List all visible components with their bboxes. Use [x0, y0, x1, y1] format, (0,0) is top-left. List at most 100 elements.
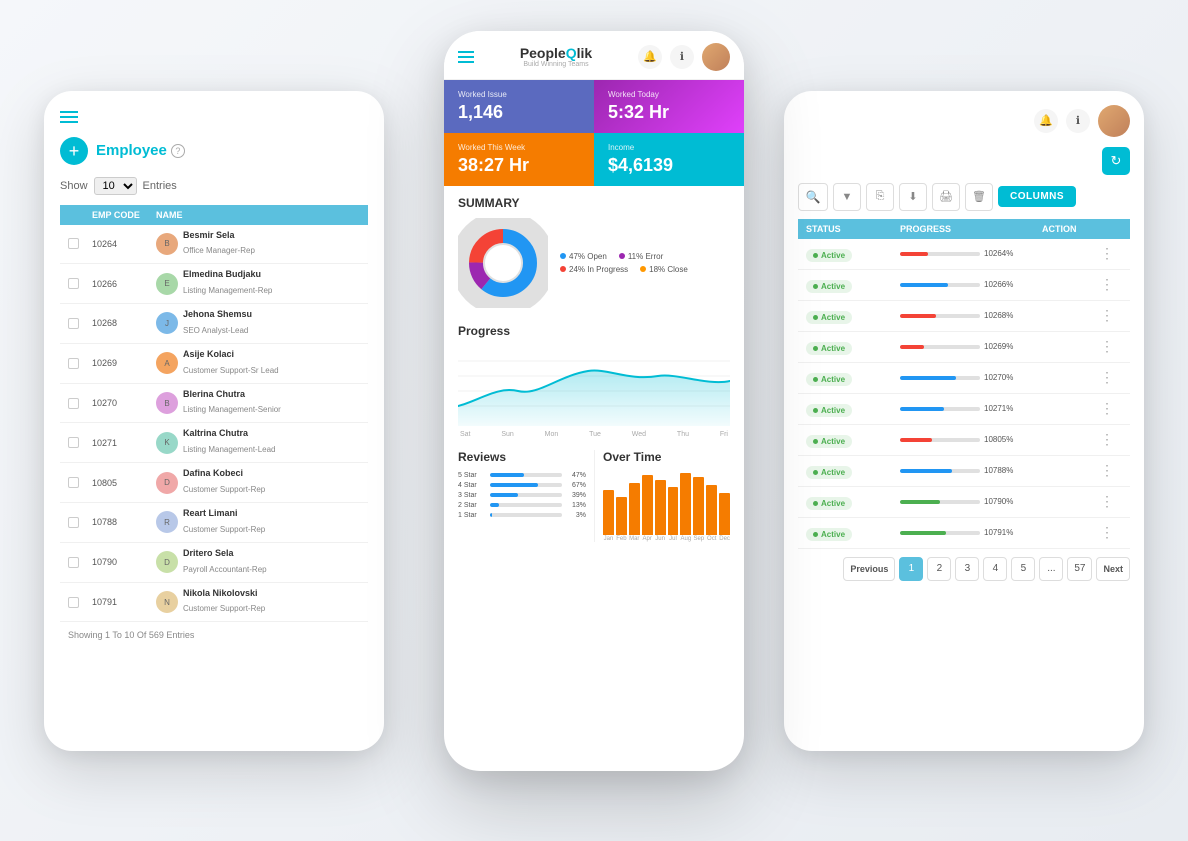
bar-fill: [668, 487, 679, 535]
action-menu-button[interactable]: ⋮: [1092, 307, 1122, 324]
print-button[interactable]: 🖨: [932, 183, 960, 211]
copy-button[interactable]: ⎘: [866, 183, 894, 211]
row-checkbox[interactable]: [68, 557, 79, 568]
add-employee-button[interactable]: +: [60, 137, 88, 165]
legend-label-open: 47% Open: [569, 252, 607, 261]
table-row: Active 10269% ⋮: [798, 332, 1130, 363]
progress-bar-fill: [900, 500, 940, 504]
review-bar-fill: [490, 473, 524, 477]
row-checkbox[interactable]: [68, 597, 79, 608]
review-bar-fill: [490, 503, 499, 507]
action-menu-button[interactable]: ⋮: [1092, 338, 1122, 355]
name-cell: R Reart Limani Customer Support-Rep: [156, 508, 360, 537]
progress-bar-bg: [900, 407, 980, 411]
right-user-avatar[interactable]: [1098, 105, 1130, 137]
worked-week-value: 38:27 Hr: [458, 155, 580, 176]
overtime-section: Over Time Jan Feb Mar Apr Jun Jul Aug Se…: [594, 450, 730, 542]
search-button[interactable]: 🔍: [798, 183, 828, 211]
page-57-button[interactable]: 57: [1067, 557, 1092, 581]
row-checkbox[interactable]: [68, 318, 79, 329]
progress-bar-bg: [900, 283, 980, 287]
status-cell: Active: [806, 369, 896, 387]
page-4-button[interactable]: 4: [983, 557, 1007, 581]
page-5-button[interactable]: 5: [1011, 557, 1035, 581]
status-dot: [813, 501, 818, 506]
progress-cell: 10791%: [900, 528, 1088, 537]
notification-icon[interactable]: 🔔: [638, 45, 662, 69]
help-icon[interactable]: ?: [171, 144, 185, 158]
action-menu-button[interactable]: ⋮: [1092, 462, 1122, 479]
employee-name: Elmedina Budjaku: [183, 269, 272, 280]
avatar: N: [156, 591, 178, 613]
right-notification-icon[interactable]: 🔔: [1034, 109, 1058, 133]
right-info-icon[interactable]: ℹ: [1066, 109, 1090, 133]
table-row: 10271 K Kaltrina Chutra Listing Manageme…: [60, 423, 368, 463]
action-menu-button[interactable]: ⋮: [1092, 524, 1122, 541]
employee-name: Kaltrina Chutra: [183, 428, 276, 439]
next-button[interactable]: Next: [1096, 557, 1130, 581]
employee-name: Besmir Sela: [183, 230, 255, 241]
name-info: Elmedina Budjaku Listing Management-Rep: [183, 269, 272, 298]
delete-button[interactable]: 🗑: [965, 183, 993, 211]
review-row: 4 Star 67%: [458, 482, 586, 489]
employee-role: Payroll Accountant-Rep: [183, 565, 267, 574]
refresh-button[interactable]: ↻: [1102, 147, 1130, 175]
review-row: 3 Star 39%: [458, 492, 586, 499]
employee-name: Blerina Chutra: [183, 389, 281, 400]
bar-fill: [680, 473, 691, 535]
row-checkbox[interactable]: [68, 238, 79, 249]
bar-item: Mar: [629, 483, 640, 542]
action-menu-button[interactable]: ⋮: [1092, 493, 1122, 510]
table-footer: Showing 1 To 10 Of 569 Entries: [60, 622, 368, 640]
info-icon[interactable]: ℹ: [670, 45, 694, 69]
action-menu-button[interactable]: ⋮: [1092, 276, 1122, 293]
bar-label: Oct: [707, 536, 716, 542]
status-dot: [813, 377, 818, 382]
row-checkbox[interactable]: [68, 358, 79, 369]
download-button[interactable]: ⬇: [899, 183, 927, 211]
progress-bar-bg: [900, 438, 980, 442]
entries-select[interactable]: 10 25 50: [94, 177, 137, 195]
user-avatar[interactable]: [702, 43, 730, 71]
status-badge: Active: [806, 404, 852, 417]
review-bar-bg: [490, 473, 562, 477]
action-menu-button[interactable]: ⋮: [1092, 245, 1122, 262]
action-menu-button[interactable]: ⋮: [1092, 369, 1122, 386]
right-table-body: Active 10264% ⋮ Active 10266% ⋮: [798, 239, 1130, 549]
status-badge: Active: [806, 435, 852, 448]
page-1-button[interactable]: 1: [899, 557, 923, 581]
action-menu-button[interactable]: ⋮: [1092, 431, 1122, 448]
hamburger-menu-icon[interactable]: [60, 111, 78, 123]
employee-role: Customer Support-Rep: [183, 525, 265, 534]
table-row: 10269 A Asije Kolaci Customer Support-Sr…: [60, 344, 368, 384]
left-tablet-header: [60, 111, 368, 123]
progress-code: 10791%: [984, 528, 1013, 537]
name-cell: D Dafina Kobeci Customer Support-Rep: [156, 468, 360, 497]
filter-button[interactable]: ▼: [833, 183, 861, 211]
employee-name: Reart Limani: [183, 508, 265, 519]
table-row: 10790 D Dritero Sela Payroll Accountant-…: [60, 543, 368, 583]
row-checkbox[interactable]: [68, 278, 79, 289]
bar-label: Feb: [616, 536, 626, 542]
row-checkbox[interactable]: [68, 437, 79, 448]
employee-role: SEO Analyst-Lead: [183, 326, 248, 335]
page-2-button[interactable]: 2: [927, 557, 951, 581]
columns-button[interactable]: COLUMNS: [998, 186, 1076, 207]
emp-code-header: EMP CODE: [92, 210, 152, 220]
row-checkbox[interactable]: [68, 517, 79, 528]
page-3-button[interactable]: 3: [955, 557, 979, 581]
status-cell: Active: [806, 493, 896, 511]
row-checkbox[interactable]: [68, 398, 79, 409]
worked-week-label: Worked This Week: [458, 143, 580, 152]
row-checkbox[interactable]: [68, 477, 79, 488]
action-menu-button[interactable]: ⋮: [1092, 400, 1122, 417]
summary-section: SUMMARY 47%: [444, 186, 744, 318]
phone-menu-icon[interactable]: [458, 51, 474, 63]
bar-label: Aug: [681, 536, 692, 542]
table-row: Active 10268% ⋮: [798, 301, 1130, 332]
progress-cell: 10266%: [900, 280, 1088, 289]
review-bar-bg: [490, 483, 562, 487]
progress-title: Progress: [458, 324, 730, 338]
emp-code-cell: 10268: [92, 318, 152, 328]
prev-button[interactable]: Previous: [843, 557, 895, 581]
